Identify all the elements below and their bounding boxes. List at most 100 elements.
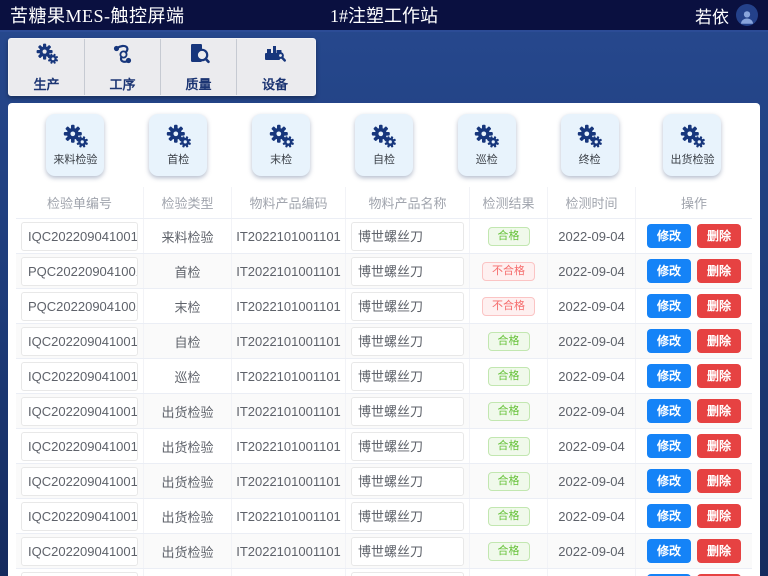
delete-button[interactable]: 删除 (697, 399, 741, 423)
inspection-date: 2022-09-04 (548, 394, 636, 428)
qc-button-incoming-inspection[interactable]: 来料检验 (46, 114, 104, 176)
material-name-field: 博世螺丝刀 (351, 432, 464, 461)
material-code: IT2022101001101 (232, 534, 346, 568)
table-body: IQC202209041001 来料检验 IT2022101001101 博世螺… (16, 219, 752, 576)
user-area[interactable]: 若依 (695, 3, 758, 28)
material-name-field: 博世螺丝刀 (351, 257, 464, 286)
tab-label: 生产 (33, 74, 59, 93)
edit-button[interactable]: 修改 (647, 364, 691, 388)
table-row: IQC202209041001 出货检验 IT2022101001101 博世螺… (16, 534, 752, 569)
material-name-field: 博世螺丝刀 (351, 327, 464, 356)
edit-button[interactable]: 修改 (647, 539, 691, 563)
edit-button[interactable]: 修改 (647, 434, 691, 458)
edit-button[interactable]: 修改 (647, 294, 691, 318)
inspection-date: 2022-09-04 (548, 569, 636, 576)
delete-button[interactable]: 删除 (697, 329, 741, 353)
result-badge: 不合格 (482, 297, 535, 316)
process-route-icon (111, 42, 135, 71)
material-code: IT2022101001101 (232, 394, 346, 428)
table-row: IQC202209041001 出货检验 IT2022101001101 博世螺… (16, 499, 752, 534)
table-row: IQC202209041001 巡检 IT2022101001101 博世螺丝刀… (16, 359, 752, 394)
username: 若依 (695, 3, 729, 28)
tab-process[interactable]: 工序 (85, 39, 161, 95)
equipment-icon (263, 42, 287, 71)
table-row: PQC202209041001 末检 IT2022101001101 博世螺丝刀… (16, 289, 752, 324)
delete-button[interactable]: 删除 (697, 259, 741, 283)
order-no-field: IQC202209041001 (21, 362, 138, 391)
tab-label: 设备 (262, 74, 288, 93)
delete-button[interactable]: 删除 (697, 539, 741, 563)
order-no-field: IQC202209041001 (21, 432, 138, 461)
tab-production[interactable]: 生产 (9, 39, 85, 95)
order-no-field: IQC202209041001 (21, 397, 138, 426)
column-header: 检验单编号 (16, 187, 144, 218)
order-no-field: IQC202209041001 (21, 467, 138, 496)
order-no-field: IQC202209041001 (21, 502, 138, 531)
inspection-type: 首检 (144, 254, 232, 288)
delete-button[interactable]: 删除 (697, 364, 741, 388)
inspection-date: 2022-09-04 (548, 359, 636, 393)
tab-label: 质量 (185, 74, 211, 93)
material-name-field: 博世螺丝刀 (351, 397, 464, 426)
gears-icon (35, 42, 59, 71)
qc-button-shipment-inspection[interactable]: 出货检验 (663, 114, 721, 176)
screen: 苦糖果MES-触控屏端 1#注塑工作站 若依 生产 工序 质量 设备 (0, 0, 768, 576)
material-code: IT2022101001101 (232, 464, 346, 498)
delete-button[interactable]: 删除 (697, 224, 741, 248)
material-code: IT2022101001101 (232, 219, 346, 253)
material-name-field: 博世螺丝刀 (351, 467, 464, 496)
tab-quality[interactable]: 质量 (161, 39, 237, 95)
qc-button-label: 末检 (270, 151, 292, 167)
inspection-type: 来料检验 (144, 219, 232, 253)
table-row: IQC202209041001 出货检验 IT2022101001101 博世螺… (16, 569, 752, 576)
material-name-field: 博世螺丝刀 (351, 362, 464, 391)
topbar: 苦糖果MES-触控屏端 1#注塑工作站 若依 (0, 0, 768, 32)
column-header: 物料产品编码 (232, 187, 346, 218)
column-header: 检测时间 (548, 187, 636, 218)
delete-button[interactable]: 删除 (697, 504, 741, 528)
edit-button[interactable]: 修改 (647, 399, 691, 423)
qc-button-self-inspection[interactable]: 自检 (355, 114, 413, 176)
material-code: IT2022101001101 (232, 324, 346, 358)
inspection-date: 2022-09-04 (548, 254, 636, 288)
material-name-field: 博世螺丝刀 (351, 537, 464, 566)
double-gear-icon (679, 123, 706, 150)
inspection-type: 出货检验 (144, 464, 232, 498)
edit-button[interactable]: 修改 (647, 224, 691, 248)
material-code: IT2022101001101 (232, 359, 346, 393)
column-header: 操作 (636, 187, 752, 218)
qc-button-label: 终检 (579, 151, 601, 167)
result-badge: 合格 (488, 367, 530, 386)
double-gear-icon (473, 123, 500, 150)
qc-button-first-inspection[interactable]: 首检 (149, 114, 207, 176)
double-gear-icon (268, 123, 295, 150)
delete-button[interactable]: 删除 (697, 434, 741, 458)
column-header: 检测结果 (470, 187, 548, 218)
qc-button-label: 来料检验 (53, 151, 97, 167)
inspection-table: 检验单编号 检验类型 物料产品编码 物料产品名称 检测结果 检测时间 操作 IQ… (16, 187, 752, 576)
tab-equipment[interactable]: 设备 (237, 39, 313, 95)
edit-button[interactable]: 修改 (647, 329, 691, 353)
table-row: IQC202209041001 出货检验 IT2022101001101 博世螺… (16, 429, 752, 464)
avatar[interactable] (736, 4, 758, 26)
result-badge: 合格 (488, 542, 530, 561)
order-no-field: IQC202209041001 (21, 327, 138, 356)
content-panel: 来料检验 首检 末检 自检 巡检 终检 (8, 103, 760, 576)
qc-button-final-inspection[interactable]: 末检 (252, 114, 310, 176)
delete-button[interactable]: 删除 (697, 469, 741, 493)
qc-button-end-inspection[interactable]: 终检 (561, 114, 619, 176)
edit-button[interactable]: 修改 (647, 469, 691, 493)
inspection-date: 2022-09-04 (548, 499, 636, 533)
delete-button[interactable]: 删除 (697, 294, 741, 318)
inspection-date: 2022-09-04 (548, 324, 636, 358)
edit-button[interactable]: 修改 (647, 259, 691, 283)
tab-label: 工序 (109, 74, 135, 93)
inspection-type: 巡检 (144, 359, 232, 393)
inspection-type: 自检 (144, 324, 232, 358)
quality-search-icon (187, 42, 211, 71)
double-gear-icon (370, 123, 397, 150)
qc-button-label: 首检 (167, 151, 189, 167)
qc-button-patrol-inspection[interactable]: 巡检 (458, 114, 516, 176)
nav-tabs: 生产 工序 质量 设备 (8, 38, 316, 96)
edit-button[interactable]: 修改 (647, 504, 691, 528)
